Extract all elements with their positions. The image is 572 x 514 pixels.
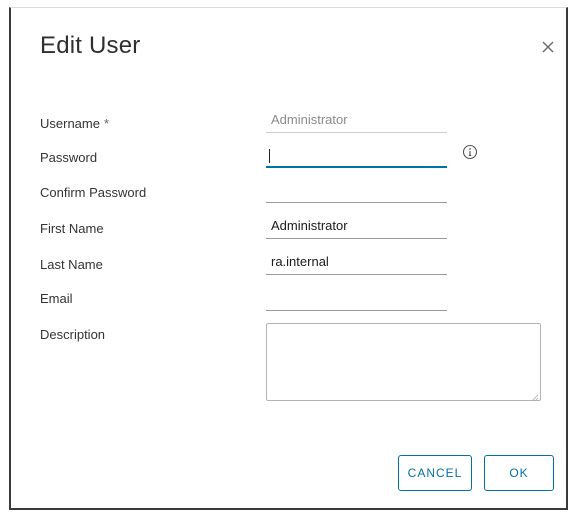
last-name-label: Last Name [40,257,103,272]
description-textarea[interactable] [266,323,541,401]
password-field[interactable] [266,142,447,168]
text-caret [269,149,270,163]
password-label: Password [40,150,98,165]
username-label-text: Username [40,116,100,131]
close-icon[interactable] [537,36,559,58]
confirm-password-label: Confirm Password [40,185,147,200]
resize-grip-icon[interactable] [529,389,539,402]
email-label: Email [40,291,73,306]
username-label: Username * [40,116,109,131]
cancel-button[interactable]: CANCEL [398,455,472,491]
first-name-field[interactable] [266,213,447,239]
email-field[interactable] [266,285,447,311]
first-name-label: First Name [40,221,104,236]
description-label: Description [40,327,106,342]
last-name-field[interactable] [266,249,447,275]
dialog-title: Edit User [40,32,141,59]
confirm-password-field[interactable] [266,177,447,203]
required-mark: * [103,116,110,131]
ok-button[interactable]: OK [484,455,554,491]
username-field [266,107,447,133]
info-icon[interactable] [462,144,478,160]
edit-user-dialog: Edit User Username* Password Confirm Pas… [9,7,568,510]
